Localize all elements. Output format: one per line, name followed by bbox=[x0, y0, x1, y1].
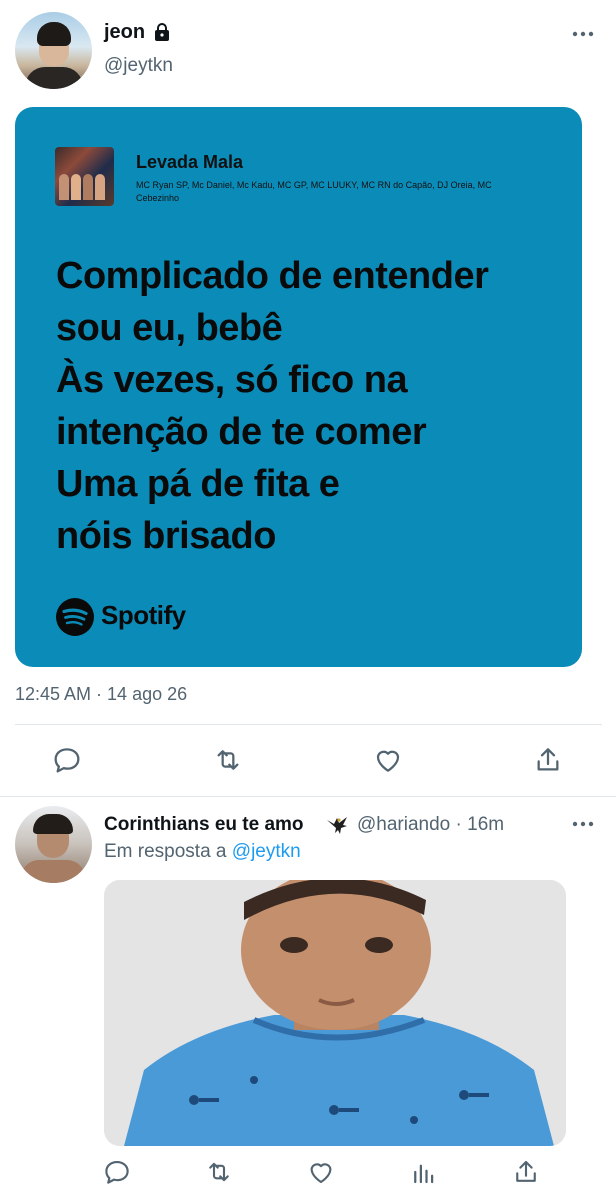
spotify-lyrics-card[interactable]: Levada Mala MC Ryan SP, Mc Daniel, Mc Ka… bbox=[15, 107, 582, 667]
eagle-icon bbox=[325, 814, 349, 836]
lyric-line: Às vezes, só fico na bbox=[56, 359, 408, 401]
lyric-line: nóis brisado bbox=[56, 515, 276, 557]
like-icon[interactable] bbox=[372, 744, 404, 776]
retweet-icon[interactable] bbox=[204, 1157, 234, 1187]
share-icon[interactable] bbox=[532, 744, 564, 776]
replying-to-link[interactable]: @jeytkn bbox=[232, 841, 301, 862]
song-artists: MC Ryan SP, Mc Daniel, Mc Kadu, MC GP, M… bbox=[136, 180, 492, 203]
like-icon[interactable] bbox=[306, 1157, 336, 1187]
reply-author-avatar[interactable] bbox=[15, 806, 92, 883]
share-icon[interactable] bbox=[511, 1157, 541, 1187]
lyric-line: sou eu, bebê bbox=[56, 307, 283, 349]
reply-icon[interactable] bbox=[51, 744, 83, 776]
reply-handle-time[interactable]: @hariando · 16m bbox=[357, 814, 504, 836]
lyrics-text: Complicado de entender sou eu, bebê Às v… bbox=[56, 250, 566, 562]
replying-to: Em resposta a @jeytkn bbox=[104, 841, 301, 863]
retweet-icon[interactable] bbox=[212, 744, 244, 776]
reply-photo[interactable] bbox=[104, 880, 566, 1146]
song-title: Levada Mala bbox=[136, 152, 244, 172]
divider bbox=[15, 724, 602, 725]
reply-author-name[interactable]: Corinthians eu te amo bbox=[104, 814, 304, 836]
divider bbox=[0, 796, 616, 797]
spotify-wordmark: Spotify bbox=[101, 600, 186, 630]
author-name[interactable]: jeon bbox=[104, 21, 145, 44]
replying-prefix: Em resposta a bbox=[104, 841, 227, 862]
author-avatar[interactable] bbox=[15, 12, 92, 89]
spotify-icon bbox=[55, 597, 95, 637]
more-options-icon[interactable] bbox=[568, 814, 598, 834]
tweet-timestamp[interactable]: 12:45 AM · 14 ago 26 bbox=[15, 684, 187, 705]
author-handle[interactable]: @jeytkn bbox=[104, 55, 173, 77]
lyric-line: intenção de te comer bbox=[56, 411, 427, 453]
lyric-line: Uma pá de fita e bbox=[56, 463, 340, 505]
reply-icon[interactable] bbox=[102, 1157, 132, 1187]
lock-icon bbox=[152, 22, 172, 42]
more-options-icon[interactable] bbox=[568, 24, 598, 44]
analytics-icon[interactable] bbox=[409, 1157, 439, 1187]
lyric-line: Complicado de entender bbox=[56, 255, 489, 297]
album-cover bbox=[55, 147, 114, 206]
